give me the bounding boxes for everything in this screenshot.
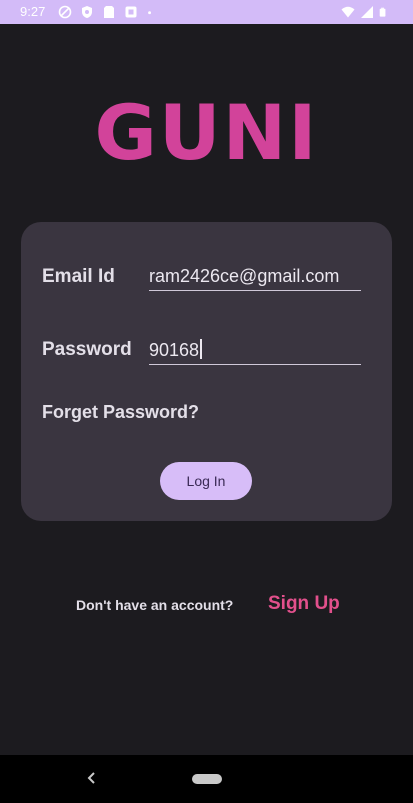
- wifi-icon: [341, 6, 355, 18]
- sign-up-link[interactable]: Sign Up: [268, 593, 340, 615]
- status-bar: 9:27: [0, 0, 413, 24]
- navigation-bar: [0, 755, 413, 803]
- back-icon[interactable]: [84, 769, 100, 787]
- forget-password-link[interactable]: Forget Password?: [42, 402, 199, 423]
- email-input[interactable]: ram2426ce@gmail.com: [149, 266, 361, 291]
- email-label: Email Id: [42, 266, 115, 287]
- app-screen: 9:27 GUNI Email Id ram2426ce@gmail.com P…: [0, 0, 413, 803]
- status-left-icons: [58, 5, 156, 19]
- status-time: 9:27: [20, 4, 46, 19]
- password-label: Password: [42, 339, 132, 360]
- status-right-icons: [341, 5, 389, 19]
- no-account-text: Don't have an account?: [76, 597, 234, 613]
- dot-icon: [148, 11, 151, 15]
- signal-icon: [361, 6, 373, 18]
- login-card: Email Id ram2426ce@gmail.com Password 90…: [21, 222, 392, 521]
- app-notification-icon: [125, 6, 137, 18]
- login-button[interactable]: Log In: [160, 462, 252, 500]
- battery-icon: [379, 7, 386, 17]
- password-input[interactable]: 90168: [149, 339, 361, 365]
- password-value: 90168: [149, 340, 200, 360]
- email-value: ram2426ce@gmail.com: [149, 266, 340, 286]
- shield-icon: [82, 6, 92, 18]
- app-logo: GUNI: [94, 88, 319, 177]
- text-cursor: [200, 339, 202, 359]
- shield-outline-icon: [58, 5, 72, 19]
- sim-card-icon: [104, 6, 114, 18]
- home-pill-icon[interactable]: [192, 774, 222, 784]
